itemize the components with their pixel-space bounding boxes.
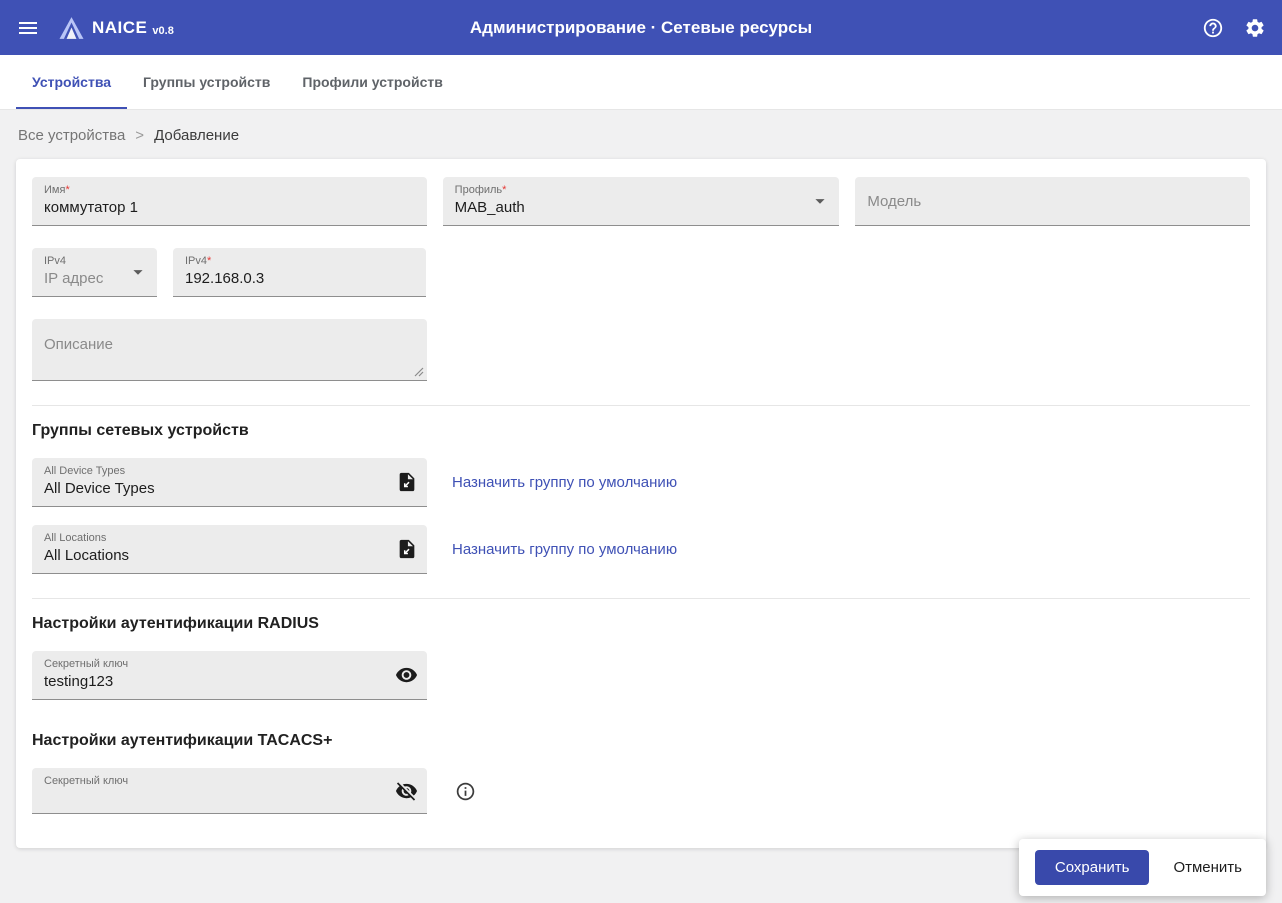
assign-document-icon[interactable]: [396, 471, 418, 493]
tab-device-groups-label: Группы устройств: [143, 74, 271, 90]
section-divider: [32, 598, 1250, 599]
app-name: NAICE: [92, 17, 148, 37]
tab-devices-label: Устройства: [32, 74, 112, 90]
chevron-down-icon: [809, 190, 831, 212]
ip-address-field[interactable]: IPv4* 192.168.0.3: [173, 248, 426, 297]
ip-address-label: IPv4*: [185, 255, 414, 268]
section-title-tacacs: Настройки аутентификации TACACS+: [32, 732, 333, 749]
locations-group-label: All Locations: [44, 532, 107, 544]
app-logo: NAICE v0.8: [58, 16, 174, 40]
group-row-locations: All Locations All Locations Назначить гр…: [32, 525, 1250, 574]
form-row-3: Описание: [32, 319, 1250, 381]
settings-gear-icon[interactable]: [1244, 17, 1266, 39]
logo-mountain-icon: [58, 16, 85, 40]
visibility-off-icon[interactable]: [395, 779, 418, 802]
chevron-down-icon: [127, 261, 149, 283]
ip-type-select[interactable]: IPv4 IP адрес: [32, 248, 157, 297]
ip-address-value: 192.168.0.3: [185, 270, 265, 287]
name-field-value: коммутатор 1: [44, 199, 138, 216]
breadcrumb-current: Добавление: [154, 127, 240, 144]
breadcrumb-separator: >: [135, 127, 145, 144]
form-row-2: IPv4 IP адрес IPv4* 192.168.0.3: [32, 248, 1250, 297]
device-types-group-value: All Device Types: [44, 480, 155, 497]
radius-secret-value: testing123: [44, 673, 114, 690]
profile-field-label: Профиль*: [455, 184, 828, 197]
visibility-eye-icon[interactable]: [395, 664, 418, 687]
action-bar: Сохранить Отменить: [1018, 839, 1266, 896]
topbar-right: [1202, 17, 1266, 39]
model-field-placeholder: Модель: [867, 193, 922, 210]
page-title: Администрирование · Сетевые ресурсы: [469, 17, 813, 37]
tacacs-secret-field[interactable]: Секретный ключ: [32, 768, 427, 814]
hamburger-menu-icon[interactable]: [16, 16, 40, 40]
profile-label-text: Профиль: [454, 184, 503, 196]
name-field-label: Имя*: [44, 184, 415, 197]
breadcrumb: Все устройства > Добавление: [0, 110, 1282, 155]
group-row-device-types: All Device Types All Device Types Назнач…: [32, 458, 1250, 507]
device-form-card: Имя* коммутатор 1 Профиль* MAB_auth Моде…: [16, 159, 1266, 848]
help-icon[interactable]: [1202, 17, 1224, 39]
locations-group-value: All Locations: [44, 547, 130, 564]
assign-document-icon[interactable]: [396, 538, 418, 560]
tab-devices[interactable]: Устройства: [16, 55, 128, 109]
device-types-group-field[interactable]: All Device Types All Device Types: [32, 458, 427, 507]
model-field[interactable]: Модель: [855, 177, 1251, 226]
cancel-button[interactable]: Отменить: [1165, 850, 1250, 885]
app-version: v0.8: [152, 24, 174, 37]
profile-select[interactable]: Профиль* MAB_auth: [442, 177, 840, 226]
assign-default-group-link[interactable]: Назначить группу по умолчанию: [452, 541, 677, 558]
assign-default-group-link[interactable]: Назначить группу по умолчанию: [452, 474, 677, 491]
topbar-left: NAICE v0.8: [16, 16, 174, 40]
tab-device-profiles[interactable]: Профили устройств: [286, 55, 458, 109]
resize-handle-icon[interactable]: [414, 367, 424, 377]
required-asterisk: *: [502, 184, 507, 196]
tacacs-row: Секретный ключ: [32, 768, 1250, 814]
ip-address-label-text: IPv4: [185, 255, 208, 267]
device-types-group-label: All Device Types: [44, 465, 126, 477]
tab-bar: Устройства Группы устройств Профили устр…: [0, 55, 1282, 110]
section-title-device-groups: Группы сетевых устройств: [32, 422, 249, 439]
description-placeholder: Описание: [44, 336, 114, 353]
required-asterisk: *: [65, 184, 70, 196]
save-button[interactable]: Сохранить: [1034, 850, 1150, 885]
name-field[interactable]: Имя* коммутатор 1: [32, 177, 427, 226]
info-icon[interactable]: [455, 781, 476, 802]
tab-device-profiles-label: Профили устройств: [302, 74, 443, 90]
radius-secret-label: Секретный ключ: [44, 658, 129, 670]
top-app-bar: NAICE v0.8 Администрирование · Сетевые р…: [0, 0, 1282, 55]
breadcrumb-all-devices[interactable]: Все устройства: [18, 127, 125, 144]
description-textarea[interactable]: Описание: [32, 319, 427, 381]
form-row-1: Имя* коммутатор 1 Профиль* MAB_auth Моде…: [32, 177, 1251, 226]
name-label-text: Имя: [44, 184, 66, 196]
tacacs-secret-label: Секретный ключ: [44, 775, 129, 787]
required-asterisk: *: [207, 255, 212, 267]
section-title-radius: Настройки аутентификации RADIUS: [32, 615, 319, 632]
locations-group-field[interactable]: All Locations All Locations: [32, 525, 427, 574]
profile-field-value: MAB_auth: [454, 199, 525, 216]
radius-secret-field[interactable]: Секретный ключ testing123: [32, 651, 427, 700]
tab-device-groups[interactable]: Группы устройств: [127, 55, 286, 109]
section-divider: [32, 405, 1250, 406]
